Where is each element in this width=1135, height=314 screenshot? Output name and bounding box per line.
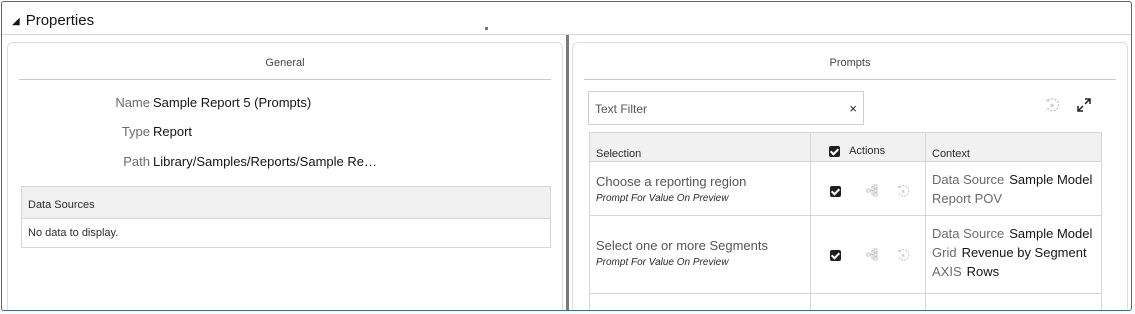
general-title: General: [265, 57, 305, 69]
context-value: Sample Model: [1009, 172, 1093, 187]
context-value: Revenue by Segment: [961, 245, 1087, 260]
properties-header[interactable]: ◢ Properties: [2, 2, 1131, 35]
data-sources-empty: No data to display.: [28, 227, 119, 239]
collapse-triangle-icon[interactable]: ◢: [12, 16, 20, 27]
clear-filter-icon[interactable]: ×: [849, 101, 857, 116]
name-value: Sample Report 5 (Prompts): [153, 95, 312, 110]
prompt-row-2-subtitle: Prompt For Value On Preview: [596, 257, 729, 268]
prompt-row-2-selection[interactable]: Select one or more Segments Prompt For V…: [596, 238, 768, 268]
type-value: Report: [153, 124, 193, 139]
context-line: Data Source Sample Model: [932, 224, 1092, 243]
properties-title[interactable]: ◢ Properties: [12, 12, 94, 29]
data-sources-header[interactable]: Data Sources: [22, 187, 550, 219]
member-selector-icon[interactable]: [866, 184, 880, 198]
column-divider: [925, 133, 926, 310]
text-filter-input[interactable]: Text Filter ×: [588, 91, 864, 125]
context-key: Grid: [932, 245, 957, 260]
drag-handle[interactable]: [485, 27, 488, 30]
text-filter-placeholder: Text Filter: [595, 102, 648, 116]
properties-panel: ◢ Properties General Name Sample Report 5…: [1, 1, 1132, 311]
row-divider: [590, 215, 1101, 216]
row-reset-icon[interactable]: [896, 248, 910, 262]
member-selector-icon[interactable]: [866, 248, 880, 262]
prompt-row-1-checkbox[interactable]: [830, 186, 841, 197]
actions-column-label: Actions: [849, 145, 886, 157]
context-line: Grid Revenue by Segment: [932, 243, 1092, 262]
reset-icon[interactable]: [1044, 97, 1060, 113]
prompt-row-2-title: Select one or more Segments: [596, 238, 768, 253]
context-key: Report POV: [932, 191, 1003, 206]
context-key: Data Source: [932, 172, 1005, 187]
context-key: AXIS: [932, 264, 962, 279]
general-panel: General Name Sample Report 5 (Prompts) T…: [7, 42, 563, 310]
context-column-header[interactable]: Context: [932, 148, 970, 160]
prompts-title: Prompts: [829, 57, 871, 69]
prompts-grid: Selection Actions Context Choose a repor…: [589, 132, 1102, 310]
context-line: AXIS Rows: [932, 262, 1092, 281]
prompts-divider: [584, 79, 1116, 80]
prompt-row-2-checkbox[interactable]: [830, 250, 841, 261]
panel-splitter[interactable]: [566, 35, 569, 310]
data-sources-table: Data Sources No data to display.: [21, 186, 551, 248]
column-divider: [810, 133, 811, 310]
path-label: Path: [123, 154, 150, 169]
path-value[interactable]: Library/Samples/Reports/Sample Re…: [153, 154, 377, 169]
context-line: Report POV: [932, 189, 1092, 208]
prompt-row-2-context: Data Source Sample Model Grid Revenue by S…: [932, 224, 1092, 281]
general-divider: [19, 79, 551, 80]
select-all-checkbox[interactable]: [829, 145, 840, 157]
actions-column-header[interactable]: Actions: [829, 145, 885, 157]
type-label: Type: [121, 124, 150, 139]
context-line: Data Source Sample Model: [932, 170, 1092, 189]
selection-column-header[interactable]: Selection: [596, 148, 641, 160]
properties-title-text: Properties: [25, 12, 95, 29]
context-value: Rows: [966, 264, 1000, 279]
context-key: Data Source: [932, 226, 1005, 241]
prompt-row-1-title: Choose a reporting region: [596, 174, 747, 189]
prompts-panel: Prompts Text Filter × Selection Actions …: [572, 42, 1128, 310]
row-reset-icon[interactable]: [896, 184, 910, 198]
row-divider: [590, 293, 1101, 294]
context-value: Sample Model: [1009, 226, 1093, 241]
prompt-row-1-selection[interactable]: Choose a reporting region Prompt For Val…: [596, 174, 746, 204]
expand-icon[interactable]: [1076, 97, 1092, 113]
prompt-row-1-context: Data Source Sample Model Report POV: [932, 170, 1092, 208]
name-label: Name: [115, 95, 150, 110]
prompt-row-1-subtitle: Prompt For Value On Preview: [596, 193, 729, 204]
